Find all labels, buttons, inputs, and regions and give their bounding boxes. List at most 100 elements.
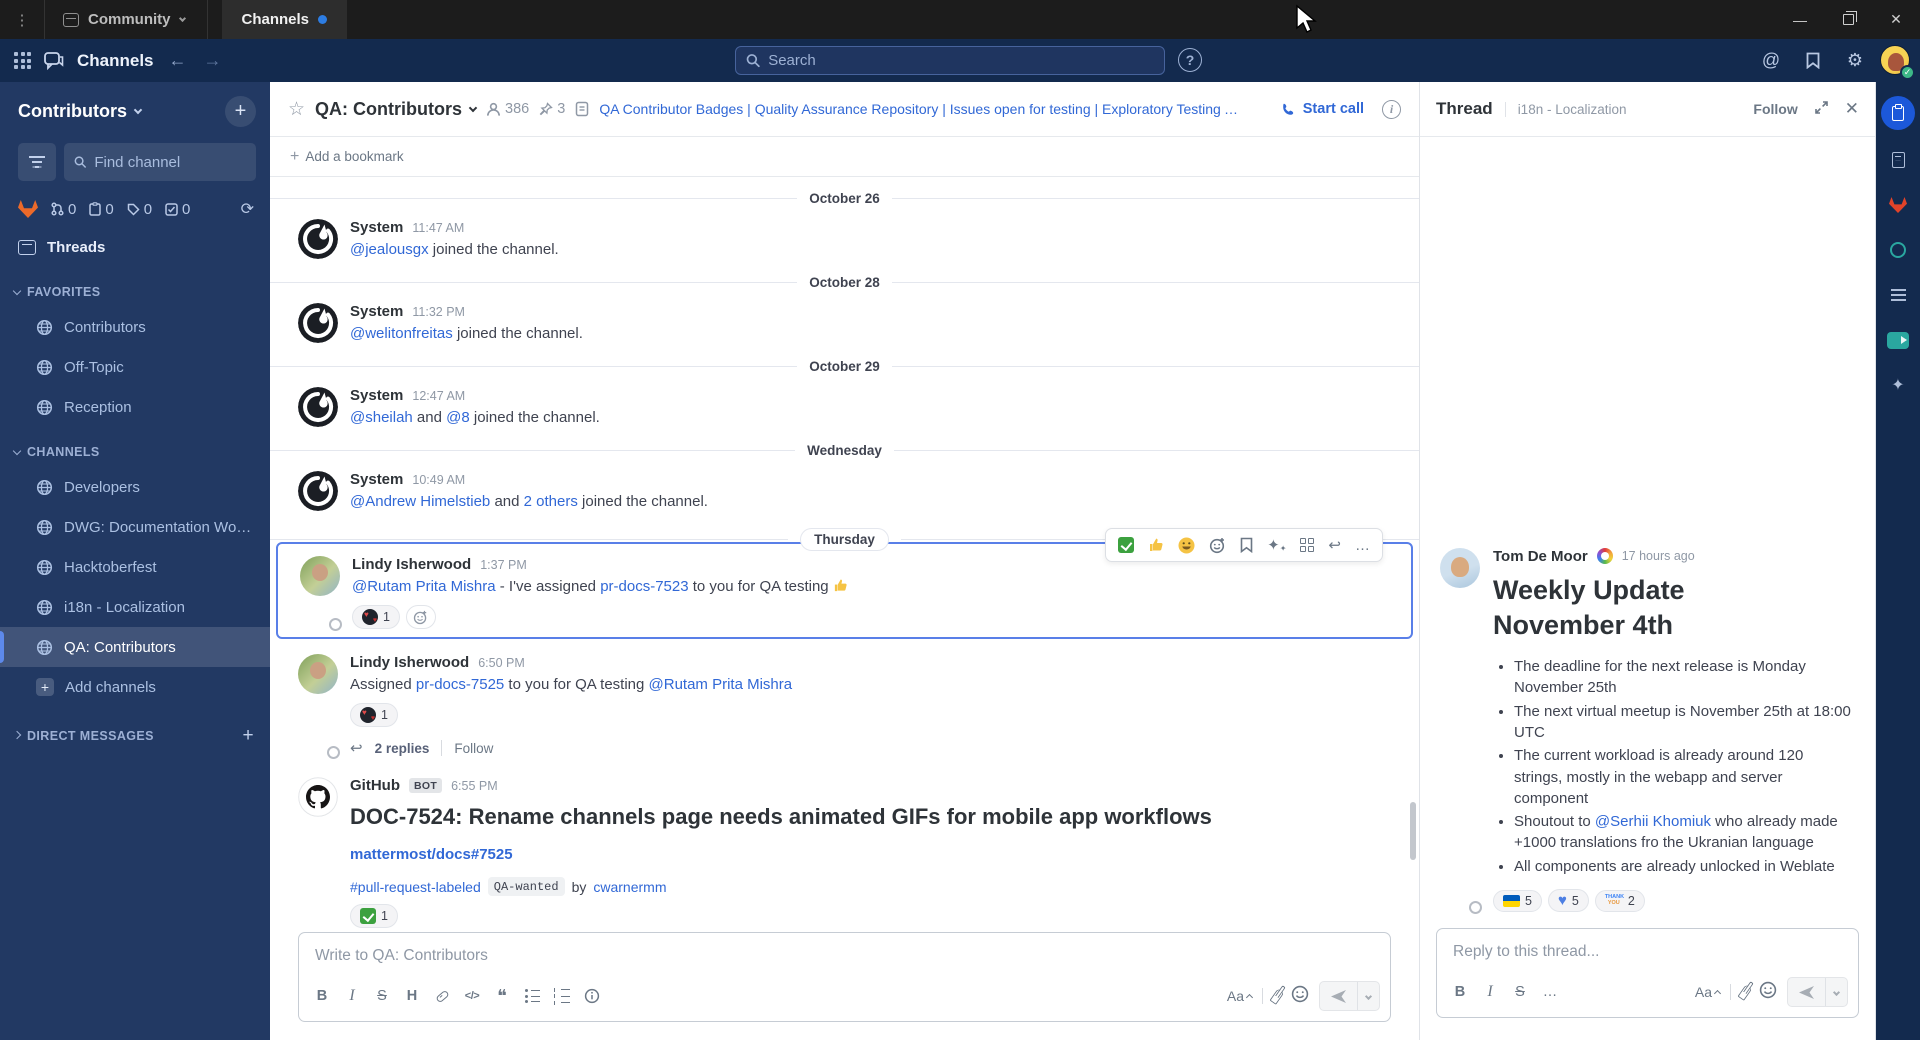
sidebar-item-reception[interactable]: Reception: [0, 387, 270, 427]
message-lindy-650[interactable]: Lindy Isherwood 6:50 PM Assigned pr-docs-…: [270, 645, 1419, 764]
smile-reaction-button[interactable]: [1178, 537, 1195, 554]
user-mention-link[interactable]: @welitonfreitas: [350, 325, 453, 342]
user-mention-link[interactable]: @jealousgx: [350, 241, 429, 258]
members-count[interactable]: 386: [486, 101, 529, 117]
sidebar-item-threads[interactable]: Threads: [0, 227, 270, 267]
sender-name[interactable]: GitHub: [350, 777, 400, 794]
numbered-list-button[interactable]: [549, 983, 575, 1009]
history-forward-icon[interactable]: →: [202, 50, 224, 71]
user-mention-link[interactable]: @sheilah: [350, 409, 413, 426]
sender-name[interactable]: Tom De Moor: [1493, 548, 1588, 565]
search-bar[interactable]: [735, 46, 1165, 75]
system-message[interactable]: System 10:49 AM @Andrew Himelstieb and 2 …: [270, 462, 1419, 519]
copilot-sparkle-icon[interactable]: ✦: [1883, 370, 1913, 400]
calls-camera-icon[interactable]: [1883, 325, 1913, 355]
text-format-toggle[interactable]: Aa: [1227, 988, 1254, 1004]
save-message-icon[interactable]: [1240, 537, 1253, 553]
add-reaction-icon[interactable]: [1209, 537, 1226, 554]
more-actions-icon[interactable]: …: [1355, 537, 1370, 554]
section-direct-messages[interactable]: DIRECT MESSAGES +: [0, 707, 270, 755]
user-mention-link[interactable]: @8: [446, 409, 470, 426]
sender-name[interactable]: System: [350, 387, 403, 404]
refresh-icon[interactable]: ⟳: [241, 199, 254, 219]
send-button[interactable]: [1320, 989, 1357, 1004]
quote-button[interactable]: ❝: [489, 983, 515, 1009]
reaction-pill[interactable]: 1: [352, 605, 400, 629]
highlighted-message[interactable]: ✦ ✦ ↩ … Lindy Isherwood 1:37 PM @Rutam Pri…: [276, 528, 1413, 639]
start-call-button[interactable]: Start call: [1281, 101, 1364, 117]
section-channels[interactable]: CHANNELS: [0, 427, 270, 467]
close-icon[interactable]: ✕: [1845, 99, 1859, 119]
strikethrough-button[interactable]: S: [1507, 979, 1533, 1005]
bulleted-list-button[interactable]: [519, 983, 545, 1009]
check-mark-reaction-button[interactable]: [1118, 537, 1135, 553]
sender-name[interactable]: System: [350, 303, 403, 320]
bold-button[interactable]: B: [1447, 979, 1473, 1005]
sidebar-item-developers[interactable]: Developers: [0, 467, 270, 507]
reaction-pill[interactable]: 5: [1493, 889, 1542, 912]
maximize-button[interactable]: [1824, 0, 1872, 39]
sender-name[interactable]: Lindy Isherwood: [350, 654, 469, 671]
user-menu[interactable]: ✓: [1880, 44, 1915, 80]
message-github-bot[interactable]: GitHub BOT 6:55 PM DOC-7524: Rename chan…: [270, 768, 1419, 928]
sidebar-item-qa-contributors[interactable]: QA: Contributors: [0, 627, 270, 667]
heading-button[interactable]: H: [399, 983, 425, 1009]
minimize-button[interactable]: —: [1776, 0, 1824, 39]
system-message[interactable]: System 12:47 AM @sheilah and @8 joined th…: [270, 378, 1419, 435]
close-button[interactable]: ✕: [1872, 0, 1920, 39]
product-switcher-icon[interactable]: [14, 52, 31, 69]
sender-name[interactable]: System: [350, 471, 403, 488]
add-channel-plus-button[interactable]: +: [225, 96, 256, 127]
playbooks-icon[interactable]: [1881, 96, 1915, 130]
team-menu[interactable]: Contributors: [18, 101, 143, 122]
message-composer[interactable]: Write to QA: Contributors B I S H </> ❝ …: [298, 932, 1391, 1022]
composer-placeholder[interactable]: Write to QA: Contributors: [299, 933, 1390, 975]
user-mention-link[interactable]: @Rutam Prita Mishra: [649, 676, 793, 693]
gitlab-icon[interactable]: [1883, 190, 1913, 220]
message-actions-icon[interactable]: [1300, 538, 1315, 552]
search-input[interactable]: [768, 52, 1154, 69]
sender-name[interactable]: Lindy Isherwood: [352, 556, 471, 573]
bold-button[interactable]: B: [309, 983, 335, 1009]
message-lindy-137[interactable]: Lindy Isherwood 1:37 PM @Rutam Prita Mish…: [278, 554, 1411, 631]
add-dm-icon[interactable]: +: [243, 725, 255, 747]
send-options-chevron[interactable]: [1357, 982, 1379, 1010]
pinned-count[interactable]: 3: [539, 101, 565, 117]
thread-reply-composer[interactable]: Reply to this thread... B I S … Aa: [1436, 928, 1859, 1018]
help-icon[interactable]: ?: [1178, 48, 1202, 72]
find-channel-box[interactable]: [64, 143, 256, 181]
replies-link[interactable]: 2 replies: [375, 741, 430, 756]
user-mention-link[interactable]: @Andrew Himelstieb: [350, 493, 490, 510]
send-options-chevron[interactable]: [1825, 978, 1847, 1006]
thumbs-up-reaction-button[interactable]: [1148, 537, 1164, 553]
emoji-picker-icon[interactable]: [1759, 981, 1777, 1004]
strikethrough-button[interactable]: S: [369, 983, 395, 1009]
sidebar-item-hacktoberfest[interactable]: Hacktoberfest: [0, 547, 270, 587]
others-link[interactable]: 2 others: [524, 493, 578, 510]
reply-icon[interactable]: ↩: [1328, 536, 1341, 554]
app-menu-icon[interactable]: ⋮: [0, 11, 44, 29]
list-icon[interactable]: [1883, 280, 1913, 310]
issues-counter[interactable]: 0: [127, 201, 152, 218]
thread-root-message[interactable]: Tom De Moor 17 hours ago Weekly Update N…: [1420, 538, 1875, 914]
expand-icon[interactable]: [1814, 100, 1829, 118]
saved-posts-icon[interactable]: [1796, 44, 1830, 78]
bookmarks-bar[interactable]: + Add a bookmark: [270, 137, 1419, 177]
user-mention-link[interactable]: @Rutam Prita Mishra: [352, 578, 496, 595]
sidebar-item-add-channels[interactable]: + Add channels: [0, 667, 270, 707]
file-icon[interactable]: [1883, 145, 1913, 175]
reaction-pill[interactable]: ♥ 5: [1547, 889, 1589, 912]
tab-channels[interactable]: Channels: [221, 0, 348, 39]
ai-actions-icon[interactable]: ✦ ✦: [1267, 536, 1286, 554]
sidebar-item-off-topic[interactable]: Off-Topic: [0, 347, 270, 387]
settings-gear-icon[interactable]: ⚙: [1838, 44, 1872, 78]
more-formatting-icon[interactable]: …: [1537, 979, 1563, 1005]
reaction-pill[interactable]: 1: [350, 703, 398, 727]
channel-info-icon[interactable]: i: [1382, 99, 1401, 119]
repo-link[interactable]: mattermost/docs#7525: [350, 846, 513, 863]
message-list[interactable]: October 26 System 11:47 AM @jealousgx joi…: [270, 177, 1419, 928]
thread-follow-button[interactable]: Follow: [1753, 101, 1797, 117]
section-favorites[interactable]: FAVORITES: [0, 267, 270, 307]
gitlab-plugin-bar[interactable]: 0 0 0 0 ⟳: [0, 187, 270, 223]
italic-button[interactable]: I: [339, 983, 365, 1009]
